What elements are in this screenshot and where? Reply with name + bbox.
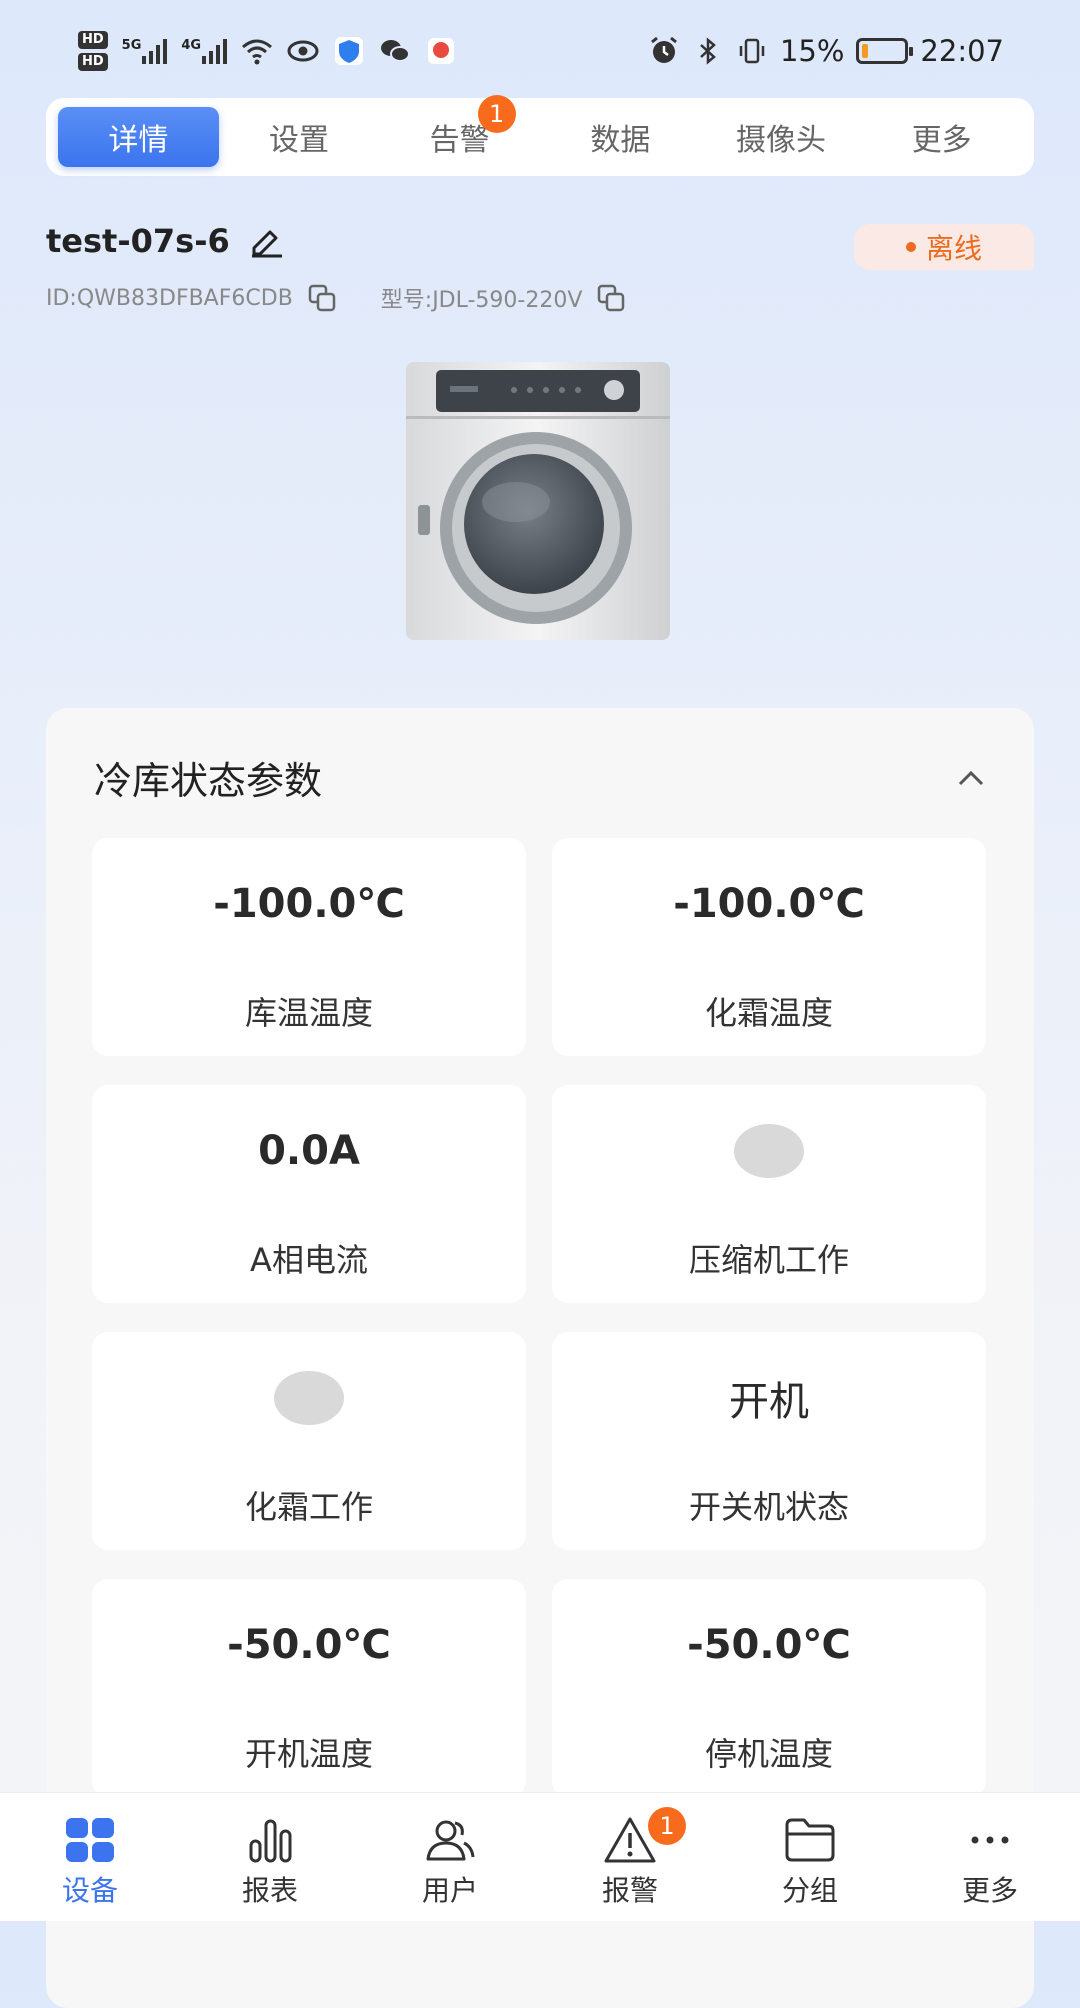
device-model: 型号:JDL-590-220V: [380, 288, 583, 313]
device-meta-row: ID:QWB83DFBAF6CDB 型号:JDL-590-220V: [46, 282, 626, 314]
param-value: -100.0℃: [213, 881, 405, 927]
params-grid: -100.0℃ 库温温度 -100.0℃ 化霜温度 0.0A A相电流 压缩机工…: [92, 838, 988, 1797]
folder-icon: [785, 1818, 835, 1862]
chevron-up-icon[interactable]: [956, 766, 986, 790]
edit-pencil-icon[interactable]: [248, 224, 286, 258]
signal-4g-label: 4G: [181, 38, 202, 53]
nav-reports-label: 报表: [241, 1874, 298, 1907]
param-value: -50.0℃: [227, 1622, 391, 1668]
defrost-status-indicator: [274, 1371, 344, 1425]
param-cell: 压缩机工作: [552, 1085, 986, 1303]
signal-5g-label: 5G: [121, 38, 142, 53]
param-cell: 开机 开关机状态: [552, 1332, 986, 1550]
device-status-badge: 离线: [854, 224, 1034, 270]
nav-users-label: 用户: [421, 1874, 478, 1907]
washing-machine-image: [406, 362, 670, 640]
more-dots-icon: [971, 1836, 1009, 1844]
nav-groups[interactable]: 分组: [720, 1793, 900, 1921]
nav-alarms-badge: 1: [648, 1807, 686, 1845]
app-notification-icon: [428, 38, 455, 64]
param-indicator-wrap: [92, 1368, 526, 1428]
tab-more[interactable]: 更多: [861, 107, 1022, 167]
grid-icon: [66, 1818, 114, 1862]
param-label: 停机温度: [704, 1735, 833, 1773]
tab-more-label: 更多: [911, 123, 972, 158]
signal-5g-icon: 5G: [122, 38, 168, 64]
tab-settings[interactable]: 设置: [219, 107, 380, 167]
copy-model-icon[interactable]: [596, 283, 626, 313]
bluetooth-icon: [700, 37, 716, 65]
nav-users[interactable]: 用户: [360, 1793, 540, 1921]
nav-devices-label: 设备: [61, 1874, 118, 1907]
battery-icon: [856, 38, 914, 64]
device-name: test-07s-6: [46, 222, 230, 260]
device-id: ID:QWB83DFBAF6CDB: [46, 285, 293, 311]
param-cell: 化霜工作: [92, 1332, 526, 1550]
hd1-badge: HD: [78, 31, 108, 49]
nav-devices[interactable]: 设备: [0, 1793, 180, 1921]
bottom-nav: 设备 报表 用户 报警 1 分组 更多: [0, 1792, 1080, 1921]
users-icon: [426, 1820, 475, 1861]
device-name-row: test-07s-6: [46, 222, 286, 260]
tab-settings-label: 设置: [269, 123, 329, 158]
param-cell: 0.0A A相电流: [92, 1085, 526, 1303]
wifi-icon: [242, 39, 273, 65]
tab-alerts[interactable]: 告警 1: [379, 95, 540, 167]
alarm-clock-icon: [651, 36, 677, 63]
nav-more[interactable]: 更多: [900, 1793, 1080, 1921]
status-icons-left: HD HD 5G 4G: [78, 28, 457, 74]
param-label: 化霜工作: [244, 1488, 373, 1526]
shield-icon: [335, 37, 364, 65]
param-cell: -100.0℃ 库温温度: [92, 838, 526, 1056]
nav-groups-label: 分组: [781, 1874, 838, 1907]
tab-details[interactable]: 详情: [58, 107, 219, 167]
status-icons-right: 15% 22:07: [648, 28, 1004, 74]
wechat-icon: [381, 40, 411, 62]
hd2-badge: HD: [78, 53, 108, 71]
param-label: 开机温度: [244, 1735, 373, 1773]
tab-alerts-badge: 1: [477, 95, 516, 133]
device-status-text: 离线: [925, 232, 982, 265]
param-label: 压缩机工作: [688, 1241, 849, 1279]
tab-camera-label: 摄像头: [736, 123, 827, 158]
compressor-status-indicator: [734, 1124, 804, 1178]
tab-details-label: 详情: [108, 123, 169, 158]
param-label: 开关机状态: [688, 1488, 849, 1526]
nav-reports[interactable]: 报表: [180, 1793, 360, 1921]
panel-title: 冷库状态参数: [94, 759, 323, 803]
status-dot: [905, 242, 916, 252]
tab-camera[interactable]: 摄像头: [701, 107, 862, 167]
param-cell: -50.0℃ 停机温度: [552, 1579, 986, 1797]
tab-data[interactable]: 数据: [540, 107, 701, 167]
param-value: -50.0℃: [687, 1622, 851, 1668]
tab-bar: 详情 设置 告警 1 数据 摄像头 更多: [46, 95, 1034, 176]
param-label: A相电流: [250, 1241, 368, 1279]
param-value: -100.0℃: [673, 881, 865, 927]
vibrate-icon: [739, 38, 765, 64]
tab-data-label: 数据: [590, 123, 651, 158]
param-cell: -100.0℃ 化霜温度: [552, 838, 986, 1056]
param-label: 化霜温度: [704, 994, 833, 1032]
param-cell: -50.0℃ 开机温度: [92, 1579, 526, 1797]
clock-time: 22:07: [920, 34, 1004, 68]
bar-chart-icon: [249, 1819, 292, 1863]
battery-percent: 15%: [779, 34, 845, 68]
eye-icon: [287, 40, 319, 62]
param-indicator-wrap: [552, 1121, 986, 1181]
hd-indicators: HD HD: [78, 31, 108, 71]
nav-alarms[interactable]: 报警 1: [540, 1793, 720, 1921]
param-label: 库温温度: [244, 994, 373, 1032]
signal-4g-icon: 4G: [181, 38, 228, 64]
param-value: 开机: [729, 1379, 809, 1425]
param-value: 0.0A: [258, 1128, 360, 1174]
nav-alarms-label: 报警: [601, 1874, 658, 1907]
copy-id-icon[interactable]: [307, 283, 337, 313]
status-bar: HD HD 5G 4G 15% 22:07: [0, 0, 1080, 100]
nav-more-label: 更多: [961, 1874, 1018, 1907]
